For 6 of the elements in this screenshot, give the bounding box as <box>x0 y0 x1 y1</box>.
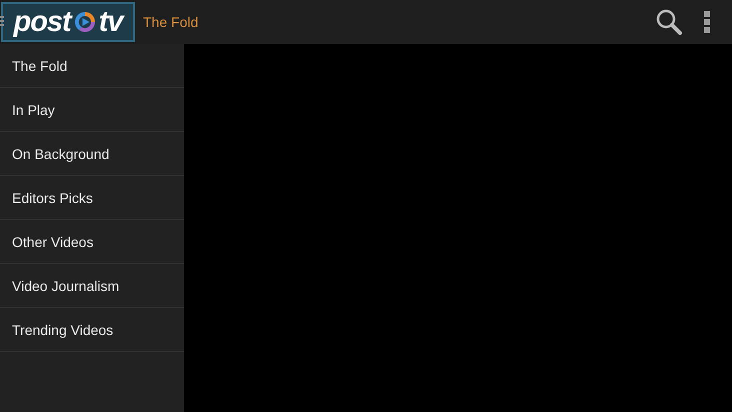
overflow-menu-icon[interactable] <box>703 11 711 33</box>
screen-title: The Fold <box>143 14 198 30</box>
logo[interactable]: post tv <box>1 2 135 42</box>
search-icon[interactable] <box>655 8 683 36</box>
play-circle-icon <box>72 10 97 34</box>
drawer-handle-icon[interactable] <box>0 16 4 26</box>
